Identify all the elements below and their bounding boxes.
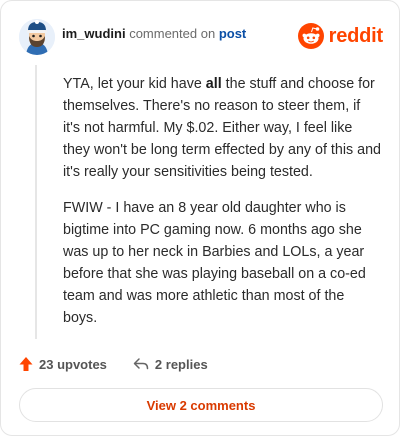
user-avatar[interactable] [19, 19, 55, 55]
p1-text-start: YTA, let your kid have [63, 76, 206, 92]
reddit-logo-icon [297, 23, 324, 49]
comment-embed-card: im_wudini commented on post reddit YTA, … [0, 0, 400, 436]
p1-bold-text: all [205, 76, 222, 92]
comment-meta: im_wudini commented on post [62, 26, 246, 41]
username-link[interactable]: im_wudini [62, 26, 126, 41]
upvote-action[interactable]: 23 upvotes [19, 356, 107, 372]
upvote-arrow-icon [19, 357, 33, 371]
upvote-count: 23 upvotes [39, 356, 107, 372]
comment-action-text: commented on [129, 26, 216, 41]
post-link[interactable]: post [219, 26, 246, 41]
comment-body: YTA, let your kid have all the stuff and… [63, 73, 381, 343]
thread-line [35, 65, 37, 339]
replies-action[interactable]: 2 replies [133, 357, 208, 372]
comment-actions: 23 upvotes 2 replies [19, 353, 208, 375]
snoo-avatar-icon [19, 19, 55, 55]
comment-header: im_wudini commented on post reddit [17, 15, 383, 55]
view-comments-button[interactable]: View 2 comments [19, 388, 383, 422]
comment-paragraph-1: YTA, let your kid have all the stuff and… [63, 73, 381, 183]
reply-arrow-icon [133, 358, 149, 370]
comment-paragraph-2: FWIW - I have an 8 year old daughter who… [63, 200, 366, 326]
reddit-brand[interactable]: reddit [297, 22, 384, 50]
reply-count: 2 replies [154, 356, 208, 372]
reddit-wordmark: reddit [328, 24, 384, 47]
